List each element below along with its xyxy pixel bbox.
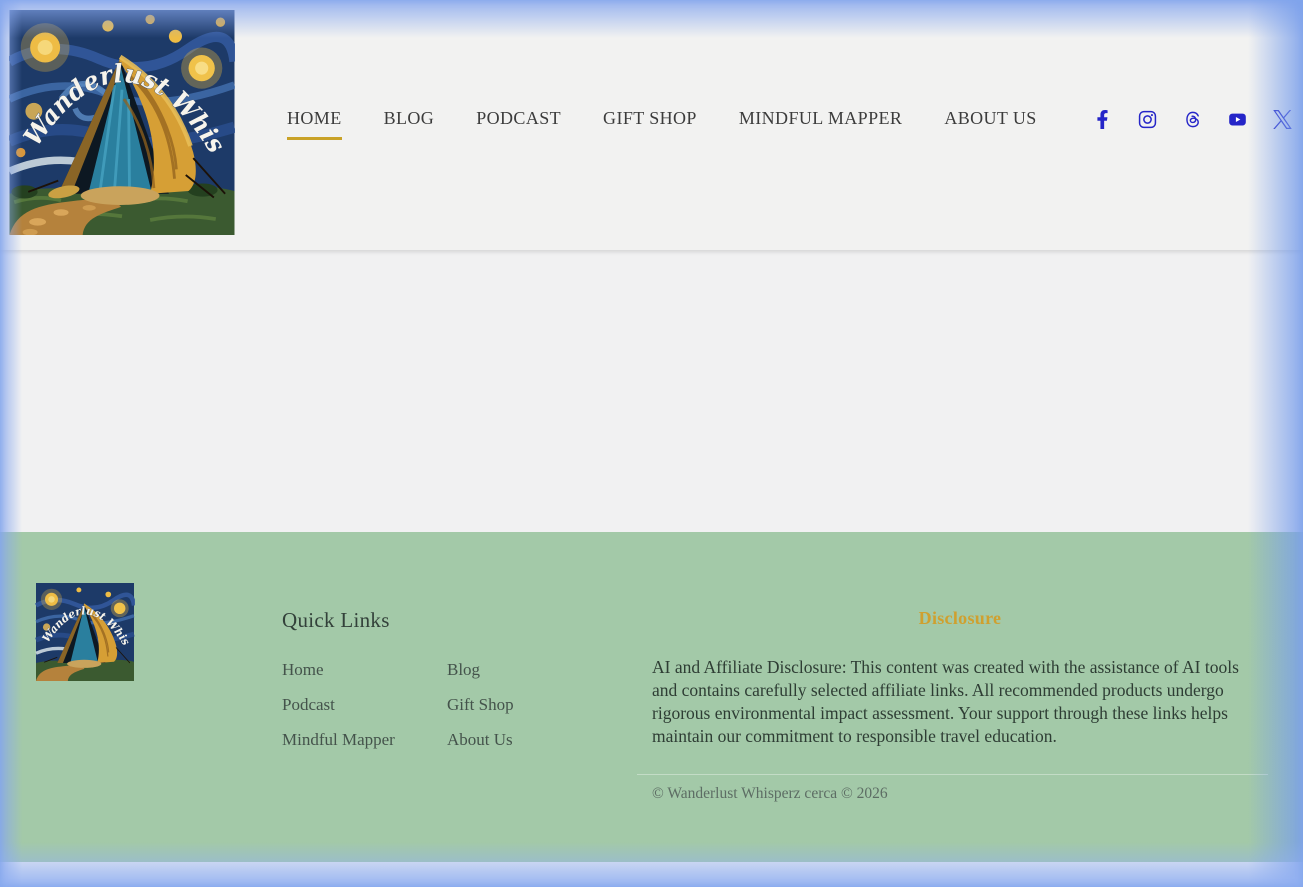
nav-gift-shop[interactable]: GIFT SHOP [603,108,697,140]
site-footer: Wanderlust Whisperz Quick Links Home Pod… [0,532,1303,862]
instagram-icon[interactable] [1138,110,1157,129]
footer-link-gift-shop[interactable]: Gift Shop [447,695,612,715]
logo-artwork-icon: Wanderlust Whisperz [9,10,235,235]
x-twitter-icon[interactable] [1273,110,1292,129]
disclosure-text: AI and Affiliate Disclosure: This conten… [652,656,1268,748]
youtube-icon[interactable] [1228,110,1247,129]
footer-logo[interactable]: Wanderlust Whisperz [35,583,135,681]
threads-icon[interactable] [1183,110,1202,129]
page: Wanderlust Whisperz HOME BLOG PODCAST GI… [0,0,1303,887]
nav-mindful-mapper[interactable]: MINDFUL MAPPER [739,108,902,140]
quick-links-section: Quick Links Home Podcast Mindful Mapper … [282,608,612,750]
nav-home[interactable]: HOME [287,108,342,140]
footer-link-mindful-mapper[interactable]: Mindful Mapper [282,730,447,750]
facebook-icon[interactable] [1093,110,1112,129]
social-links [1093,110,1292,129]
main-nav: HOME BLOG PODCAST GIFT SHOP MINDFUL MAPP… [287,108,1037,140]
nav-blog[interactable]: BLOG [384,108,435,140]
quick-links-title: Quick Links [282,608,612,633]
quick-links-column-1: Home Podcast Mindful Mapper [282,660,447,750]
site-header: Wanderlust Whisperz HOME BLOG PODCAST GI… [0,0,1303,250]
footer-divider [637,774,1268,775]
footer-link-home[interactable]: Home [282,660,447,680]
disclosure-title: Disclosure [652,608,1268,629]
quick-links-column-2: Blog Gift Shop About Us [447,660,612,750]
main-content [0,250,1303,532]
nav-about-us[interactable]: ABOUT US [944,108,1036,140]
footer-link-blog[interactable]: Blog [447,660,612,680]
site-logo[interactable]: Wanderlust Whisperz [9,10,235,235]
footer-logo-artwork-icon: Wanderlust Whisperz [35,583,135,681]
footer-link-podcast[interactable]: Podcast [282,695,447,715]
copyright-text: © Wanderlust Whisperz cerca © 2026 [652,785,1268,803]
disclosure-section: Disclosure AI and Affiliate Disclosure: … [652,608,1268,803]
bottom-strip [0,862,1303,887]
footer-link-about-us[interactable]: About Us [447,730,612,750]
nav-podcast[interactable]: PODCAST [476,108,561,140]
